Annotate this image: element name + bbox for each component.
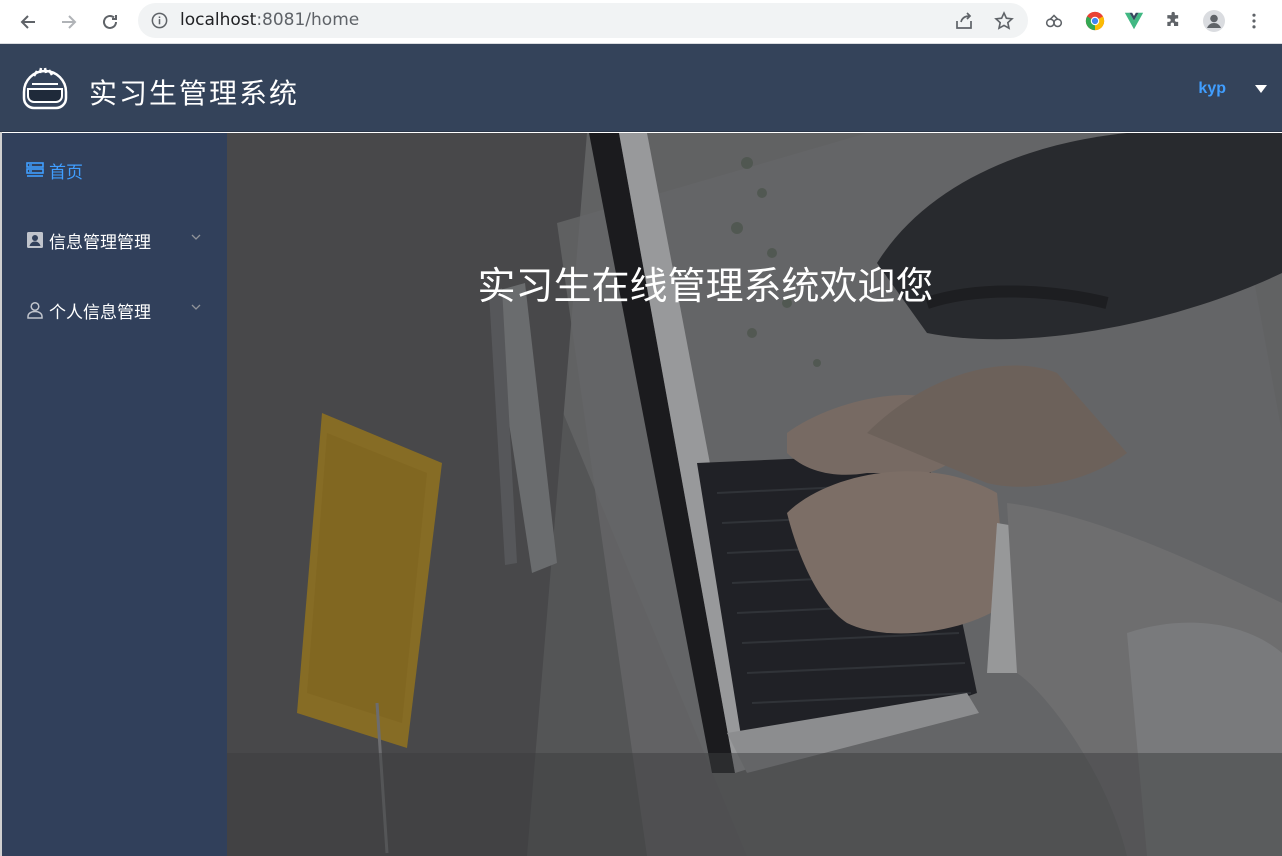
url-text: localhost:8081/home [180, 10, 360, 30]
helmet-logo-icon [22, 67, 68, 110]
sidebar-item-personal-info[interactable]: 个人信息管理 [2, 282, 227, 338]
more-vert-icon[interactable] [1242, 9, 1266, 33]
back-icon[interactable] [14, 8, 42, 36]
chrome-color-icon[interactable] [1083, 9, 1107, 33]
sidebar-item-label: 个人信息管理 [49, 302, 151, 323]
app-header: 实习生管理系统 kyp [0, 44, 1282, 132]
profile-icon[interactable] [1202, 9, 1226, 33]
address-bar[interactable]: localhost:8081/home [138, 3, 1028, 38]
app-title: 实习生管理系统 [89, 77, 300, 110]
puzzle-icon[interactable] [1162, 9, 1186, 33]
chevron-down-icon [191, 304, 201, 310]
chevron-down-icon [191, 234, 201, 240]
info-icon[interactable] [150, 11, 169, 30]
browser-toolbar: localhost:8081/home [0, 0, 1282, 44]
share-icon[interactable] [953, 10, 975, 32]
sidebar-item-label: 信息管理管理 [49, 232, 151, 253]
sidebar-menu: 首页 信息管理管理 个人信息管理 [2, 133, 227, 856]
caret-down-icon[interactable] [1255, 85, 1267, 93]
main-content: 实习生在线管理系统欢迎您 [227, 133, 1282, 856]
vue-devtools-icon[interactable] [1122, 9, 1146, 33]
server-icon [26, 161, 44, 179]
user-dropdown[interactable]: kyp [1198, 80, 1226, 98]
user-icon [26, 301, 44, 319]
reload-icon[interactable] [96, 8, 124, 36]
sidebar-item-home[interactable]: 首页 [2, 142, 227, 198]
sidebar-item-label: 首页 [49, 162, 83, 183]
star-icon[interactable] [993, 10, 1015, 32]
sidebar-item-info-management[interactable]: 信息管理管理 [2, 212, 227, 268]
laptop-typing-background-image [227, 133, 1282, 856]
contact-card-icon [26, 231, 44, 249]
extension-link-icon[interactable] [1042, 9, 1066, 33]
welcome-heading: 实习生在线管理系统欢迎您 [477, 264, 934, 308]
forward-icon[interactable] [55, 8, 83, 36]
